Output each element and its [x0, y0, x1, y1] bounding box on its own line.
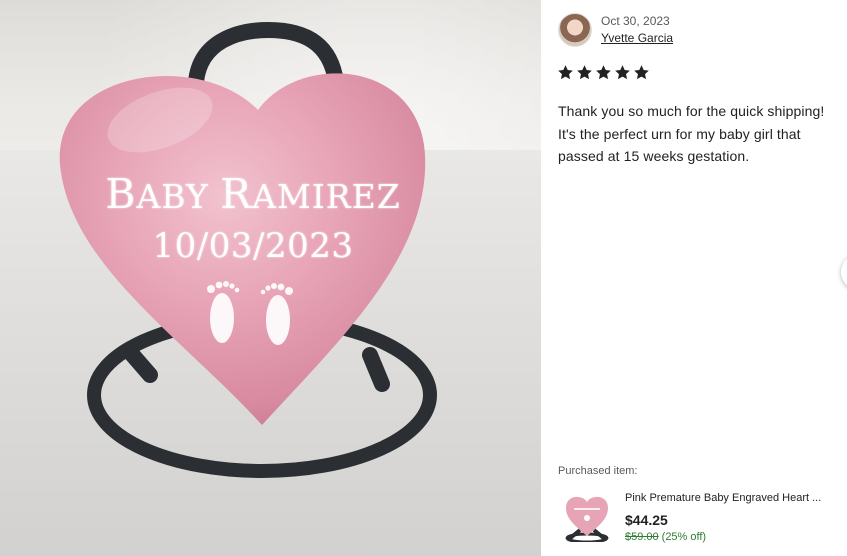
star-icon: [615, 65, 630, 80]
review-date: Oct 30, 2023: [601, 14, 670, 28]
star-icon: [596, 65, 611, 80]
star-rating: [557, 64, 650, 81]
item-sale-price: $44.25: [625, 512, 668, 528]
next-review-button[interactable]: ›: [841, 254, 847, 290]
purchased-item-label: Purchased item:: [558, 465, 638, 477]
engraved-date: 10/03/2023: [152, 226, 354, 266]
engraved-name: BABY RAMIREZ: [105, 170, 401, 218]
star-icon: [634, 65, 649, 80]
urn-photo-drawing: [0, 21, 541, 556]
purchased-item-thumbnail[interactable]: [562, 490, 612, 542]
item-price-details: $59.00 (25% off): [625, 531, 706, 543]
review-photo[interactable]: BABY RAMIREZ 10/03/2023: [0, 0, 541, 556]
stand-back-arch: [188, 21, 344, 90]
item-discount: (25% off): [661, 531, 707, 543]
reviewer-name-link[interactable]: Yvette Garcia: [601, 31, 673, 45]
review-panel: Oct 30, 2023 Yvette Garcia Thank you so …: [541, 0, 847, 556]
item-original-price: $59.00: [625, 531, 659, 543]
star-icon: [577, 65, 592, 80]
stand-leg: [362, 347, 390, 392]
star-icon: [558, 65, 573, 80]
purchased-item-title-link[interactable]: Pink Premature Baby Engraved Heart ...: [625, 492, 845, 504]
reviewer-avatar[interactable]: [558, 13, 592, 47]
review-text: Thank you so much for the quick shipping…: [558, 103, 825, 164]
